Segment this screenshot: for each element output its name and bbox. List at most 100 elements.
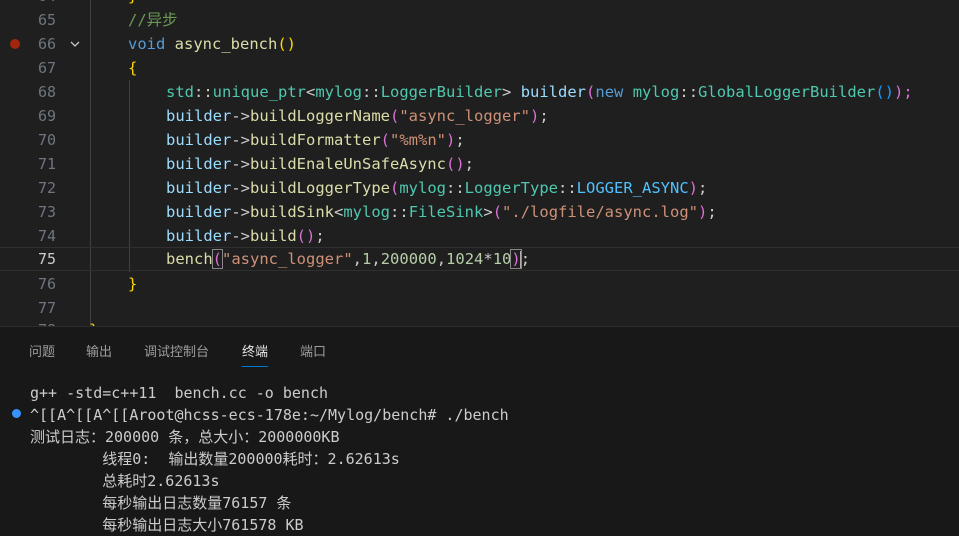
semicolon: ; <box>520 250 531 268</box>
line-number: 74 <box>37 227 56 245</box>
tab-ports[interactable]: 端口 <box>300 341 326 363</box>
tab-output[interactable]: 输出 <box>86 341 112 363</box>
code-line-74[interactable]: 74 builder->build(); <box>0 224 959 248</box>
number-literal: 200000 <box>380 250 437 268</box>
namespace: mylog <box>399 179 446 197</box>
line-number: 67 <box>37 59 56 77</box>
code-line-72[interactable]: 72 builder->buildLoggerType(mylog::Logge… <box>0 176 959 200</box>
variable: builder <box>166 203 232 221</box>
number-literal: 1 <box>362 250 372 268</box>
paren: ( <box>389 179 400 197</box>
semicolon: ; <box>464 155 474 173</box>
paren: ) <box>286 35 297 53</box>
angle: < <box>334 203 344 221</box>
paren: ( <box>492 203 503 221</box>
tab-problems[interactable]: 问题 <box>29 341 55 363</box>
arrow-op: -> <box>231 227 250 245</box>
operator: * <box>483 250 493 268</box>
code-line-69[interactable]: 69 builder->buildLoggerName("async_logge… <box>0 104 959 128</box>
code-line-71[interactable]: 71 builder->buildEnaleUnSafeAsync(); <box>0 152 959 176</box>
scope-op: :: <box>679 83 699 101</box>
semicolon: ; <box>315 227 325 245</box>
semicolon: ; <box>698 179 708 197</box>
code-line-78[interactable]: 78 } <box>0 318 959 326</box>
panel-tabs: 问题 输出 调试控制台 终端 端口 <box>0 327 959 371</box>
semicolon: ; <box>455 131 465 149</box>
terminal-output[interactable]: g++ -std=c++11 bench.cc -o bench ^[[A^[[… <box>0 379 959 536</box>
line-number: 73 <box>37 203 56 221</box>
brace: } <box>128 275 138 293</box>
type-name: unique_ptr <box>212 83 306 101</box>
code-line-76[interactable]: 76 } <box>0 272 959 296</box>
comma: , <box>436 250 447 268</box>
namespace: mylog <box>315 83 363 101</box>
arrow-op: -> <box>231 131 250 149</box>
variable: builder <box>166 227 232 245</box>
code-line-68[interactable]: 68 std::unique_ptr<mylog::LoggerBuilder>… <box>0 80 959 104</box>
variable: builder <box>166 155 232 173</box>
code-line-65[interactable]: 65 //异步 <box>0 8 959 32</box>
terminal-line: ^[[A^[[A^[[Aroot@hcss-ecs-178e:~/Mylog/b… <box>30 406 509 424</box>
paren-end: ); <box>894 83 913 101</box>
arrow-op: -> <box>231 107 250 125</box>
terminal-line: 测试日志：200000 条，总大小：2000000KB <box>30 428 340 446</box>
paren: ( <box>296 227 307 245</box>
code-line-70[interactable]: 70 builder->buildFormatter("%m%n"); <box>0 128 959 152</box>
number-literal: 10 <box>492 250 512 268</box>
enum-constant: LOGGER_ASYNC <box>576 179 689 197</box>
code-editor[interactable]: 64 } 65 //异步 66 void async_bench() 67 { … <box>0 0 959 326</box>
line-number: 72 <box>37 179 56 197</box>
keyword: void <box>128 35 166 53</box>
tab-terminal[interactable]: 终端 <box>242 341 269 367</box>
code-line-77[interactable]: 77 <box>0 296 959 320</box>
tab-debug-console[interactable]: 调试控制台 <box>144 341 209 363</box>
terminal-line: 总耗时2.62613s <box>30 472 220 490</box>
namespace: std <box>166 83 194 101</box>
semicolon: ; <box>539 107 549 125</box>
paren: ( <box>445 155 456 173</box>
function-name: buildLoggerType <box>250 179 390 197</box>
function-name: buildFormatter <box>250 131 381 149</box>
function-name: build <box>250 227 297 245</box>
line-number: 64 <box>18 0 56 8</box>
angle: < <box>306 83 316 101</box>
paren: ) <box>688 179 698 197</box>
namespace: mylog <box>623 83 680 101</box>
line-number: 76 <box>37 275 56 293</box>
line-number: 69 <box>37 107 56 125</box>
number-literal: 1024 <box>446 250 484 268</box>
angle: > <box>483 203 493 221</box>
function-name: buildSink <box>250 203 334 221</box>
type-name: LoggerBuilder <box>380 83 503 101</box>
comment: //异步 <box>128 11 178 29</box>
arrow-op: -> <box>231 179 250 197</box>
type-name: GlobalLoggerBuilder <box>698 83 876 101</box>
string-literal: "async_logger" <box>222 250 353 268</box>
variable: builder <box>166 131 232 149</box>
paren: ) <box>446 131 456 149</box>
paren: ) <box>529 107 540 125</box>
comma: , <box>371 250 381 268</box>
variable: builder <box>166 107 232 125</box>
code-line-67[interactable]: 67 { <box>0 56 959 80</box>
code-line-64[interactable]: 64 } <box>0 0 959 8</box>
line-number: 66 <box>37 35 56 53</box>
brace: { <box>128 59 138 77</box>
paren: () <box>875 83 895 101</box>
comma: , <box>352 250 363 268</box>
line-number: 65 <box>37 11 56 29</box>
type-name: LoggerType <box>464 179 558 197</box>
string-literal: "%m%n" <box>390 131 446 149</box>
paren: ( <box>277 35 287 53</box>
command-status-dot-icon[interactable] <box>12 409 21 418</box>
scope-op: :: <box>390 203 409 221</box>
code-line-75-current[interactable]: 75 bench("async_logger",1,200000,1024*10… <box>0 247 959 271</box>
angle: > <box>502 83 512 101</box>
scope-op: :: <box>446 179 465 197</box>
code-line-73[interactable]: 73 builder->buildSink<mylog::FileSink>("… <box>0 200 959 224</box>
paren: ) <box>698 203 708 221</box>
code-line-66[interactable]: 66 void async_bench() <box>0 32 959 56</box>
paren: ) <box>306 227 316 245</box>
paren: ( <box>380 131 390 149</box>
arrow-op: -> <box>231 155 250 173</box>
